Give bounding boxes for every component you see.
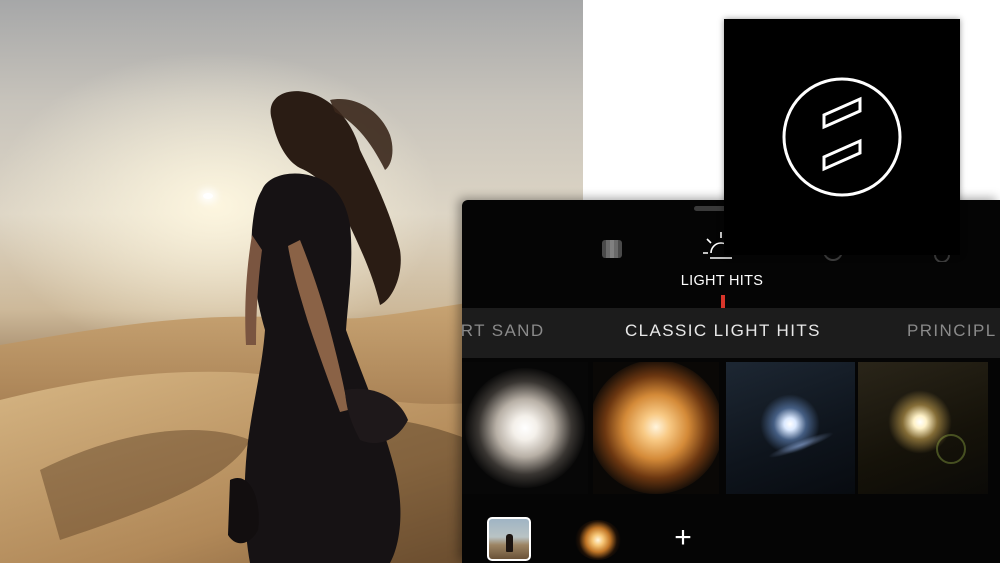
add-button[interactable]: +: [669, 523, 697, 553]
light-preset-tile[interactable]: [462, 362, 588, 494]
category-tab-prev[interactable]: ERT SAND: [462, 321, 552, 341]
category-tab-prev-label: ERT SAND: [462, 321, 545, 340]
category-tab-next[interactable]: PRINCIPL: [907, 321, 997, 341]
app-logo-tile: [724, 19, 960, 255]
bottom-bar: +: [462, 500, 1000, 563]
active-tool-indicator: [721, 295, 725, 308]
light-preset-tile[interactable]: [726, 362, 855, 494]
thumbnail-figure: [506, 534, 513, 552]
warm-glow: [593, 362, 719, 494]
category-tab-active[interactable]: CLASSIC LIGHT HITS: [625, 321, 821, 341]
applied-light-thumbnail[interactable]: [575, 520, 621, 560]
light-presets-grid: [462, 362, 1000, 494]
flare-ring: [936, 434, 966, 464]
white-glow: [465, 368, 585, 488]
active-tool-label: LIGHT HITS: [680, 273, 764, 289]
photo-thumbnail[interactable]: [487, 517, 531, 561]
light-preset-tile[interactable]: [593, 362, 719, 494]
light-preset-tile[interactable]: [858, 362, 988, 494]
app-logo-icon: [782, 77, 902, 197]
layers-icon[interactable]: [600, 237, 626, 261]
